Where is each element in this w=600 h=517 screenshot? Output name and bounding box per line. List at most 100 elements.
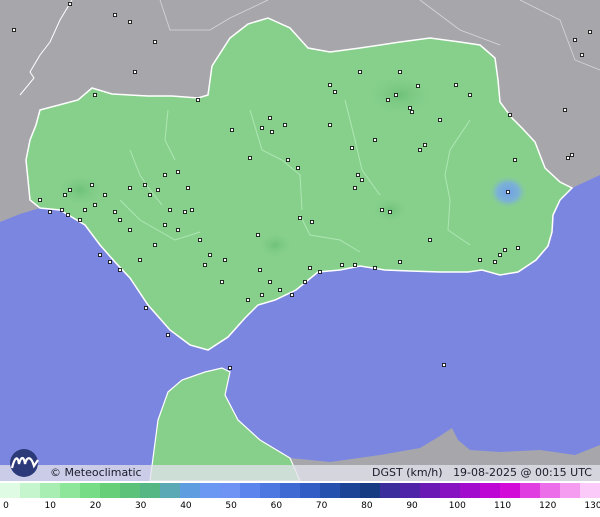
station-marker[interactable]	[468, 93, 472, 97]
wind-gust-map[interactable]	[0, 0, 600, 481]
station-marker[interactable]	[208, 253, 212, 257]
station-marker[interactable]	[183, 210, 187, 214]
station-marker[interactable]	[78, 218, 82, 222]
station-marker[interactable]	[198, 238, 202, 242]
station-marker[interactable]	[454, 83, 458, 87]
station-marker[interactable]	[90, 183, 94, 187]
station-marker[interactable]	[153, 40, 157, 44]
station-marker[interactable]	[228, 366, 232, 370]
station-marker[interactable]	[358, 70, 362, 74]
station-marker[interactable]	[138, 258, 142, 262]
station-marker[interactable]	[318, 270, 322, 274]
station-marker[interactable]	[60, 208, 64, 212]
station-marker[interactable]	[12, 28, 16, 32]
station-marker[interactable]	[260, 126, 264, 130]
station-marker[interactable]	[513, 158, 517, 162]
station-marker[interactable]	[186, 186, 190, 190]
station-marker[interactable]	[256, 233, 260, 237]
station-marker[interactable]	[353, 263, 357, 267]
station-marker[interactable]	[176, 170, 180, 174]
station-marker[interactable]	[66, 213, 70, 217]
station-marker[interactable]	[283, 123, 287, 127]
station-marker[interactable]	[416, 84, 420, 88]
station-marker[interactable]	[113, 13, 117, 17]
station-marker[interactable]	[388, 210, 392, 214]
station-marker[interactable]	[356, 173, 360, 177]
station-marker[interactable]	[203, 263, 207, 267]
station-marker[interactable]	[68, 2, 72, 6]
station-marker[interactable]	[296, 166, 300, 170]
station-marker[interactable]	[223, 258, 227, 262]
station-marker[interactable]	[148, 193, 152, 197]
station-marker[interactable]	[133, 70, 137, 74]
station-marker[interactable]	[310, 220, 314, 224]
station-marker[interactable]	[248, 156, 252, 160]
station-marker[interactable]	[398, 260, 402, 264]
station-marker[interactable]	[360, 178, 364, 182]
station-marker[interactable]	[168, 208, 172, 212]
station-marker[interactable]	[418, 148, 422, 152]
station-marker[interactable]	[196, 98, 200, 102]
station-marker[interactable]	[166, 333, 170, 337]
station-marker[interactable]	[190, 208, 194, 212]
station-marker[interactable]	[98, 253, 102, 257]
station-marker[interactable]	[103, 193, 107, 197]
station-marker[interactable]	[506, 190, 510, 194]
station-marker[interactable]	[340, 263, 344, 267]
station-marker[interactable]	[516, 246, 520, 250]
station-marker[interactable]	[328, 83, 332, 87]
station-marker[interactable]	[246, 298, 250, 302]
station-marker[interactable]	[350, 146, 354, 150]
station-marker[interactable]	[570, 153, 574, 157]
station-marker[interactable]	[38, 198, 42, 202]
station-marker[interactable]	[230, 128, 234, 132]
station-marker[interactable]	[573, 38, 577, 42]
station-marker[interactable]	[563, 108, 567, 112]
station-marker[interactable]	[128, 228, 132, 232]
station-marker[interactable]	[333, 90, 337, 94]
station-marker[interactable]	[394, 93, 398, 97]
station-marker[interactable]	[93, 93, 97, 97]
station-marker[interactable]	[153, 243, 157, 247]
station-marker[interactable]	[410, 110, 414, 114]
station-marker[interactable]	[260, 293, 264, 297]
station-marker[interactable]	[270, 130, 274, 134]
station-marker[interactable]	[128, 186, 132, 190]
station-marker[interactable]	[163, 173, 167, 177]
station-marker[interactable]	[373, 266, 377, 270]
station-marker[interactable]	[386, 98, 390, 102]
station-marker[interactable]	[303, 280, 307, 284]
station-marker[interactable]	[428, 238, 432, 242]
station-marker[interactable]	[258, 268, 262, 272]
station-marker[interactable]	[328, 123, 332, 127]
station-marker[interactable]	[423, 143, 427, 147]
station-marker[interactable]	[588, 30, 592, 34]
station-marker[interactable]	[108, 260, 112, 264]
station-marker[interactable]	[580, 53, 584, 57]
station-marker[interactable]	[503, 248, 507, 252]
station-marker[interactable]	[83, 208, 87, 212]
station-marker[interactable]	[68, 188, 72, 192]
station-marker[interactable]	[566, 156, 570, 160]
station-marker[interactable]	[353, 186, 357, 190]
station-marker[interactable]	[118, 218, 122, 222]
station-marker[interactable]	[290, 293, 294, 297]
station-marker[interactable]	[498, 253, 502, 257]
station-marker[interactable]	[220, 280, 224, 284]
station-marker[interactable]	[118, 268, 122, 272]
station-marker[interactable]	[298, 216, 302, 220]
station-marker[interactable]	[163, 223, 167, 227]
station-marker[interactable]	[176, 228, 180, 232]
station-marker[interactable]	[398, 70, 402, 74]
station-marker[interactable]	[508, 113, 512, 117]
station-marker[interactable]	[408, 106, 412, 110]
station-marker[interactable]	[380, 208, 384, 212]
station-marker[interactable]	[493, 260, 497, 264]
station-marker[interactable]	[113, 210, 117, 214]
station-marker[interactable]	[128, 20, 132, 24]
station-marker[interactable]	[143, 183, 147, 187]
station-marker[interactable]	[442, 363, 446, 367]
station-marker[interactable]	[308, 266, 312, 270]
station-marker[interactable]	[144, 306, 148, 310]
station-marker[interactable]	[268, 116, 272, 120]
